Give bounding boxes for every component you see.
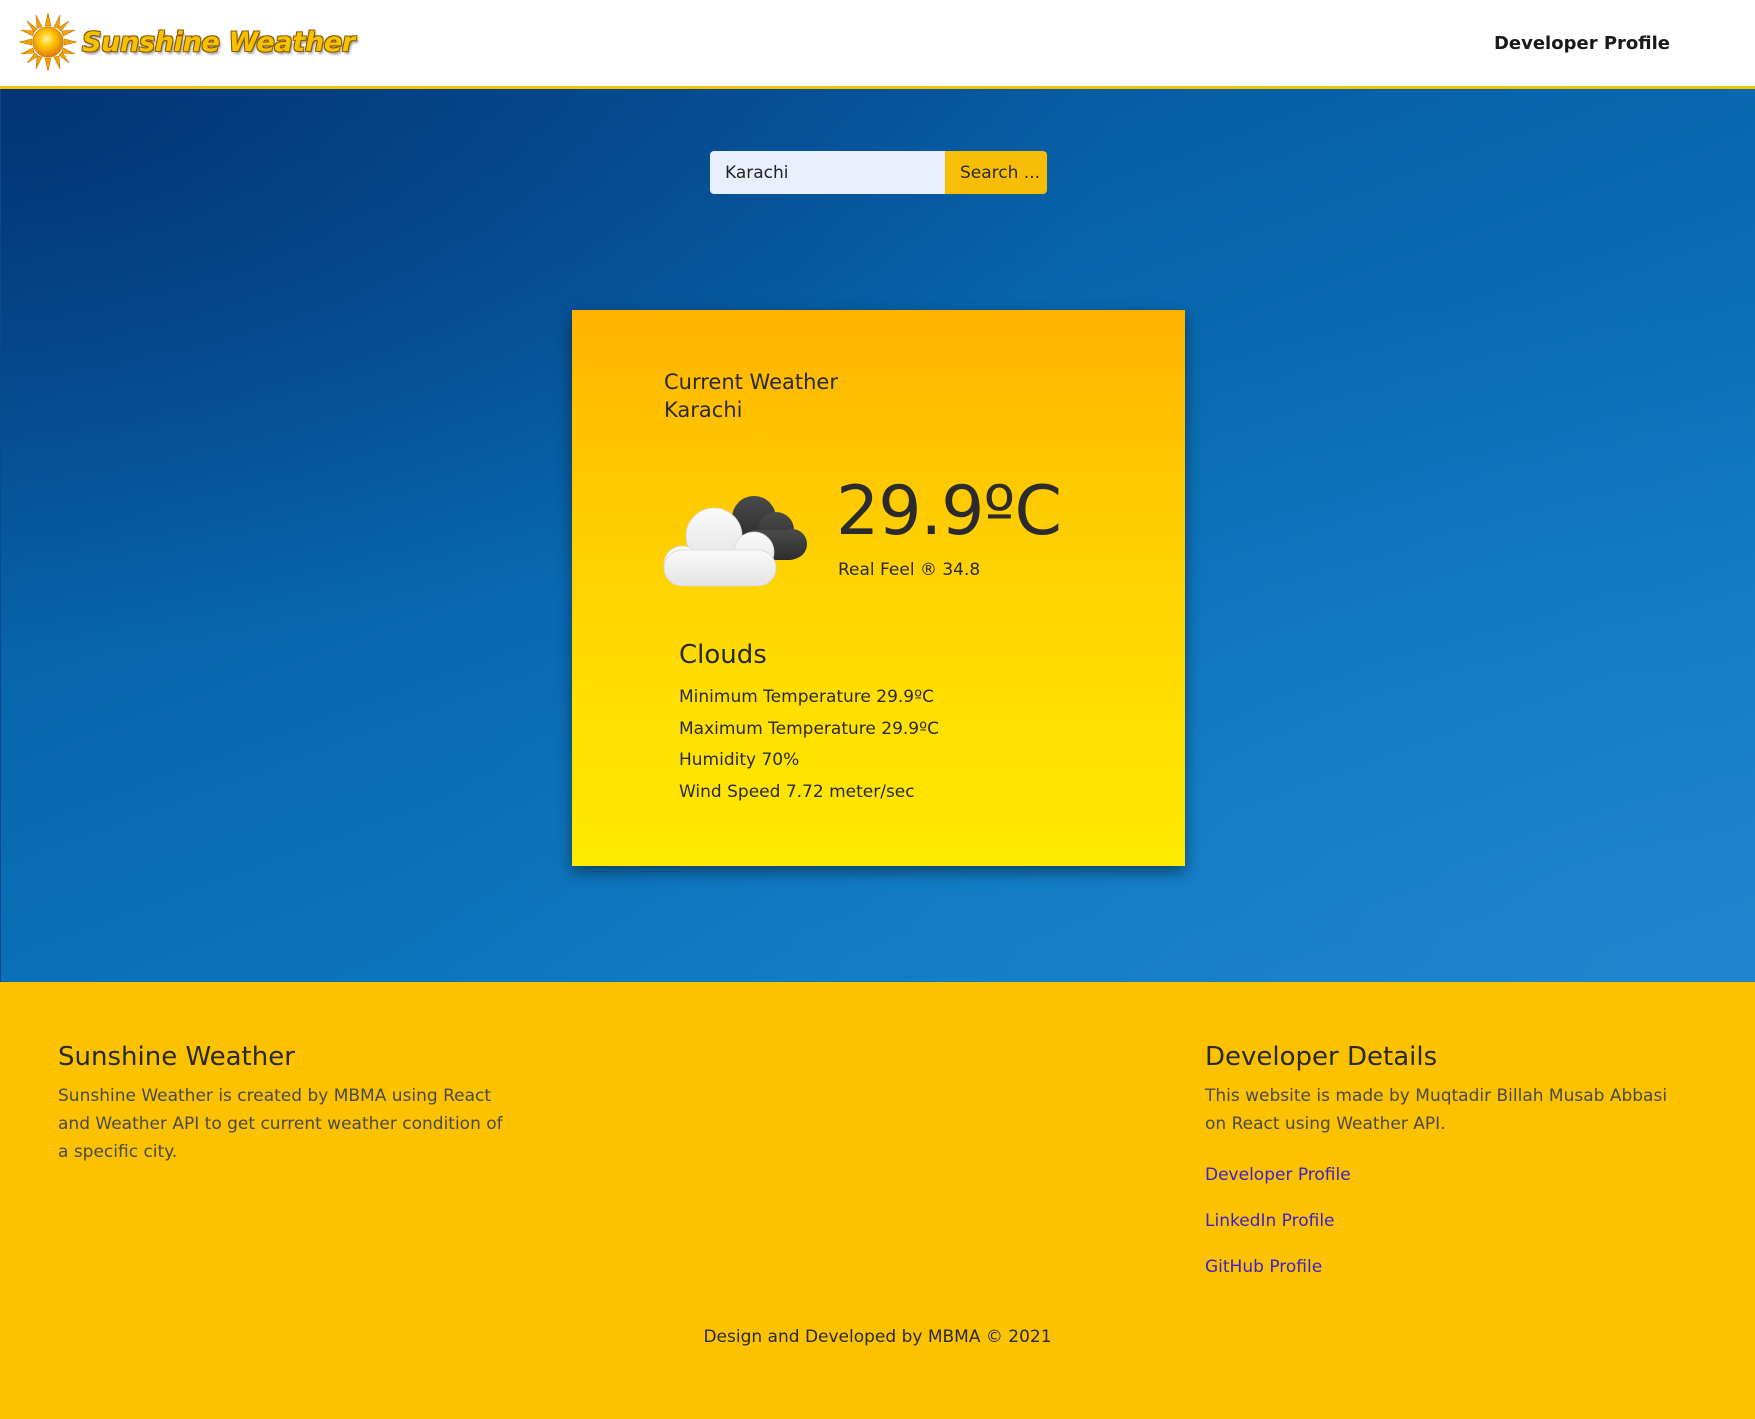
weather-details-list: Minimum Temperature 29.9ºC Maximum Tempe… [679,682,939,808]
weather-condition: Clouds [679,640,767,670]
max-temperature: Maximum Temperature 29.9ºC [679,718,939,739]
footer-about-title: Sunshine Weather [58,1042,295,1072]
footer-github-profile-link[interactable]: GitHub Profile [1205,1257,1322,1277]
page-footer: Sunshine Weather Sunshine Weather is cre… [0,982,1755,1419]
wind-speed: Wind Speed 7.72 meter/sec [679,781,915,802]
footer-linkedin-profile-link[interactable]: LinkedIn Profile [1205,1211,1335,1231]
footer-links: Developer Profile LinkedIn Profile GitHu… [1205,1152,1675,1290]
search-bar: Search ... [710,151,1047,194]
min-temperature: Minimum Temperature 29.9ºC [679,687,935,707]
footer-copyright: Design and Developed by MBMA © 2021 [703,1327,1052,1347]
footer-developer-column: Developer Details This website is made b… [1205,1042,1675,1290]
hero-section: Search ... Current Weather Karachi [0,89,1755,982]
footer-developer-text: This website is made by Muqtadir Billah … [1205,1086,1668,1134]
brand-logo-link[interactable]: Sunshine Weather [18,12,355,72]
current-weather-label: Current Weather [664,370,838,394]
top-navbar: Sunshine Weather Developer Profile [0,0,1755,89]
weather-card-heading: Current Weather Karachi [664,368,838,424]
brand-name: Sunshine Weather [82,26,355,58]
real-feel-value: Real Feel ® 34.8 [838,560,981,580]
footer-developer-title: Developer Details [1205,1042,1438,1072]
city-name: Karachi [664,398,743,422]
footer-about-column: Sunshine Weather Sunshine Weather is cre… [58,1042,508,1166]
city-search-input[interactable] [710,151,945,194]
search-button[interactable]: Search ... [945,151,1047,194]
temperature-value: 29.9ºC [836,472,1062,551]
footer-developer-profile-link[interactable]: Developer Profile [1205,1165,1351,1185]
weather-card: Current Weather Karachi 29.9ºC Real Feel… [572,310,1185,866]
cloudy-icon [663,496,807,587]
footer-about-text: Sunshine Weather is created by MBMA usin… [58,1086,503,1162]
sun-icon [18,12,78,72]
nav-developer-profile-link[interactable]: Developer Profile [1494,33,1670,54]
humidity: Humidity 70% [679,750,800,770]
